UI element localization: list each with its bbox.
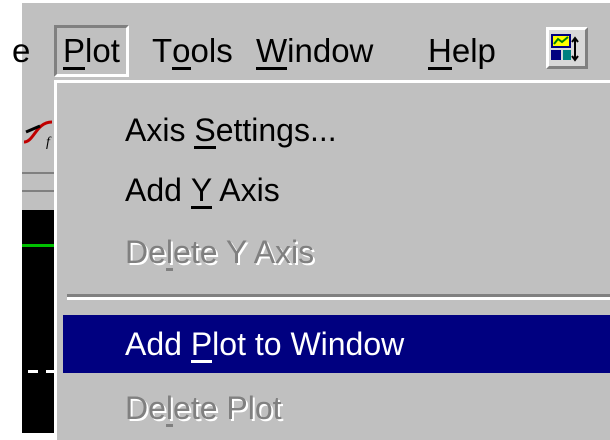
menu-file-partial[interactable]: e <box>12 29 30 73</box>
menu-item-add-plot-to-window[interactable]: Add Plot to Window <box>63 315 610 373</box>
menu-item-delete-y-axis: Delete Y Axis <box>125 234 315 271</box>
menu-item-axis-settings[interactable]: Axis Settings... <box>63 101 610 159</box>
menu-bar: e Plot Tools Window Help <box>12 0 610 83</box>
chart-properties-icon[interactable] <box>546 27 588 69</box>
menu-tools[interactable]: Tools <box>152 29 233 73</box>
menu-item-add-y-axis[interactable]: Add Y Axis <box>63 161 610 219</box>
menu-window[interactable]: Window <box>256 29 373 73</box>
menu-plot[interactable]: Plot <box>54 25 129 77</box>
grid-dash <box>28 370 38 373</box>
plot-dropdown-menu: Axis Settings... Add Y Axis Delete Y Axi… <box>54 80 610 440</box>
menu-help[interactable]: Help <box>428 29 496 73</box>
curve-tool-icon[interactable]: f <box>22 112 58 152</box>
application-window: e Plot Tools Window Help f Axis Settings… <box>0 0 610 440</box>
svg-text:f: f <box>46 135 52 150</box>
menu-separator <box>67 294 610 300</box>
menu-item-delete-plot: Delete Plot <box>125 390 282 427</box>
